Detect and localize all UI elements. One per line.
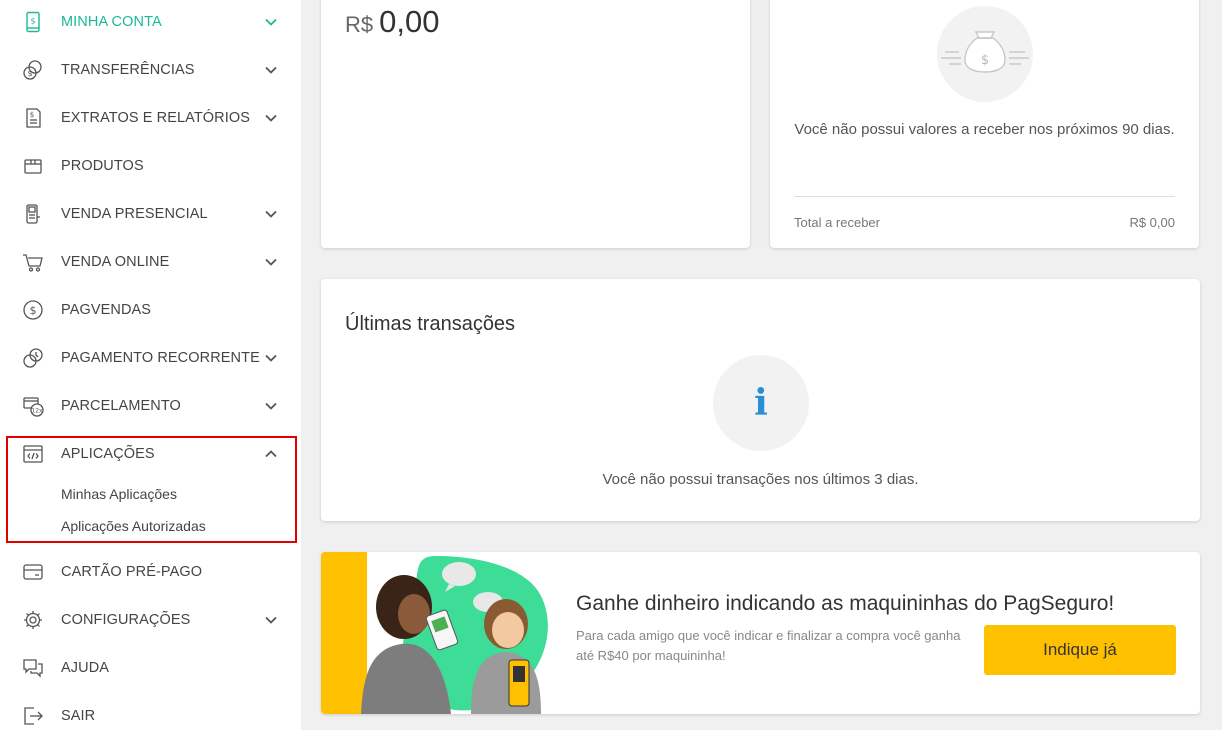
chevron-down-icon [264, 613, 278, 627]
promo-illustration [361, 556, 548, 714]
chevron-down-icon [264, 207, 278, 221]
indique-button[interactable]: Indique já [984, 625, 1176, 675]
receivables-message: Você não possui valores a receber nos pr… [794, 121, 1175, 138]
svg-text:$: $ [30, 304, 37, 317]
svg-text:$: $ [981, 53, 989, 68]
balance-value: 0,00 [379, 4, 440, 39]
chevron-down-icon [264, 63, 278, 77]
nav-aplicacoes[interactable]: APLICAÇÕES [0, 430, 301, 478]
chevron-down-icon [264, 399, 278, 413]
cart-icon [22, 251, 44, 273]
chat-bubbles-icon [22, 657, 44, 679]
chevron-down-icon [264, 255, 278, 269]
svg-text:$: $ [30, 17, 35, 26]
transactions-title: Últimas transações [345, 313, 516, 335]
promo-description: Para cada amigo que você indicar e final… [576, 628, 961, 663]
nav-configuracoes[interactable]: CONFIGURAÇÕES [0, 596, 301, 644]
sub-item-aplicacoes-autorizadas[interactable]: Aplicações Autorizadas [61, 518, 206, 534]
nav-venda-presencial[interactable]: VENDA PRESENCIAL [0, 190, 301, 238]
nav-label: PAGAMENTO RECORRENTE [61, 350, 260, 366]
total-value: R$ 0,00 [1129, 215, 1175, 230]
dollar-circle-icon: $ [22, 299, 44, 321]
nav-label: PRODUTOS [61, 158, 144, 174]
sub-item-minhas-aplicacoes[interactable]: Minhas Aplicações [61, 486, 177, 502]
nav-label: CONFIGURAÇÕES [61, 612, 191, 628]
transactions-message: Você não possui transações nos últimos 3… [602, 471, 919, 488]
nav-label: CARTÃO PRÉ-PAGO [61, 564, 203, 580]
nav-label: PARCELAMENTO [61, 398, 181, 414]
balance-currency: R$ [345, 12, 374, 37]
info-glyph: i [754, 382, 768, 424]
nav-pagvendas[interactable]: $ PAGVENDAS [0, 286, 301, 334]
nav-transferencias[interactable]: $ TRANSFERÊNCIAS [0, 46, 301, 94]
svg-text:$: $ [30, 111, 34, 119]
chevron-down-icon [264, 351, 278, 365]
nav-label: PAGVENDAS [61, 302, 152, 318]
svg-text:12x: 12x [31, 408, 43, 415]
divider [794, 196, 1175, 197]
nav-extratos[interactable]: $ EXTRATOS E RELATÓRIOS [0, 94, 301, 142]
coins-transfer-icon: $ [22, 59, 44, 81]
credit-card-icon [22, 561, 44, 583]
nav-minha-conta[interactable]: $ MINHA CONTA [0, 0, 301, 46]
nav-sair[interactable]: SAIR [0, 692, 301, 730]
nav-venda-online[interactable]: VENDA ONLINE [0, 238, 301, 286]
chevron-down-icon [264, 111, 278, 125]
box-icon [22, 155, 44, 177]
balance-card: R$ 0,00 [321, 0, 750, 248]
installments-icon: 12x [22, 395, 44, 417]
nav-pagamento-recorrente[interactable]: PAGAMENTO RECORRENTE [0, 334, 301, 382]
nav-label: EXTRATOS E RELATÓRIOS [61, 110, 251, 126]
nav-parcelamento[interactable]: 12x PARCELAMENTO [0, 382, 301, 430]
info-icon: i [713, 355, 809, 451]
sidebar: $ MINHA CONTA $ TRANSFERÊNCIAS $ EXTRATO… [0, 0, 301, 730]
nav-label: AJUDA [61, 660, 110, 676]
total-label: Total a receber [794, 215, 880, 230]
nav-label: VENDA ONLINE [61, 254, 170, 270]
recurring-coins-icon [22, 347, 44, 369]
receivables-card: $ Você não possui valores a receber nos … [770, 0, 1199, 248]
card-machine-icon [22, 203, 44, 225]
promo-card: Ganhe dinheiro indicando as maquininhas … [321, 552, 1200, 714]
nav-ajuda[interactable]: AJUDA [0, 644, 301, 692]
nav-label: TRANSFERÊNCIAS [61, 62, 195, 78]
svg-text:$: $ [27, 69, 32, 78]
receipt-icon: $ [22, 107, 44, 129]
code-window-icon [22, 443, 44, 465]
promo-title: Ganhe dinheiro indicando as maquininhas … [576, 592, 1115, 615]
nav-label: APLICAÇÕES [61, 446, 155, 462]
transactions-card: Últimas transações i Você não possui tra… [321, 279, 1200, 521]
balance-amount: R$ 0,00 [345, 4, 439, 40]
nav-cartao-pre-pago[interactable]: CARTÃO PRÉ-PAGO [0, 548, 301, 596]
gear-icon [22, 609, 44, 631]
chevron-down-icon [264, 15, 278, 29]
nav-label: VENDA PRESENCIAL [61, 206, 208, 222]
phone-dollar-icon: $ [22, 11, 44, 33]
nav-label: SAIR [61, 708, 96, 724]
nav-label: MINHA CONTA [61, 14, 162, 30]
chevron-up-icon [264, 447, 278, 461]
nav-produtos[interactable]: PRODUTOS [0, 142, 301, 190]
exit-icon [22, 705, 44, 727]
money-bag-icon: $ [937, 6, 1033, 102]
